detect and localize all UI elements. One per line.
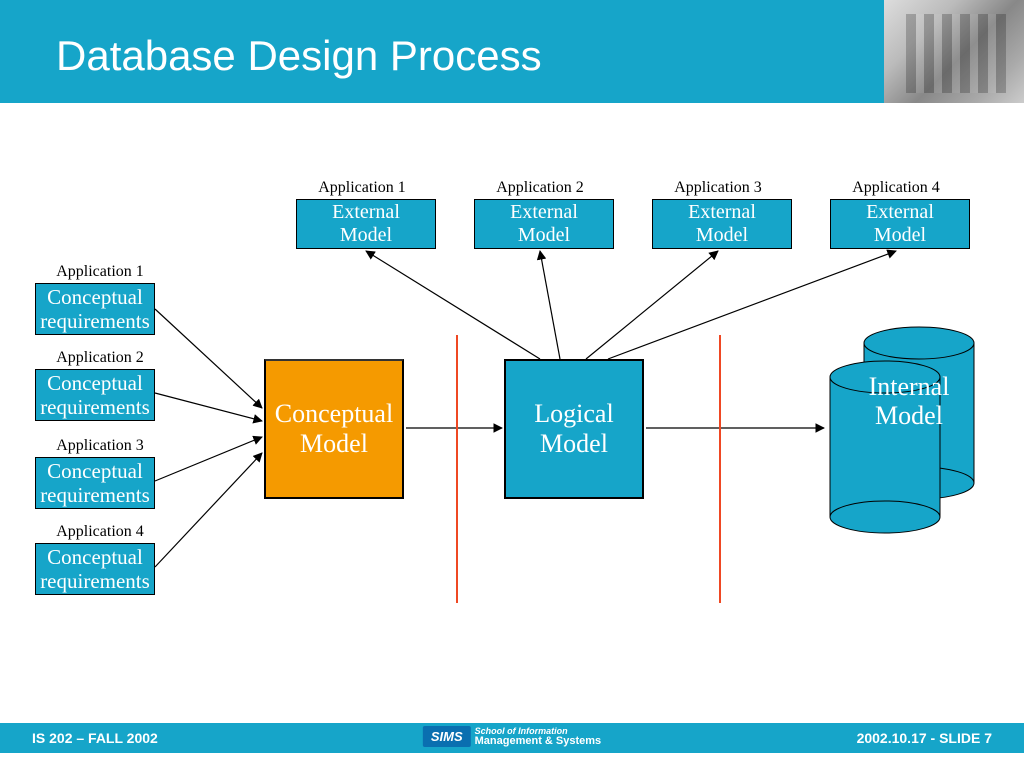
ext-app-label-2: Application 2	[480, 179, 600, 197]
slide-footer: IS 202 – FALL 2002 SIMS School of Inform…	[0, 723, 1024, 753]
ext-box-3: External Model	[652, 199, 792, 249]
slide-header: Database Design Process	[0, 0, 1024, 103]
req-box-3: Conceptual requirements	[35, 457, 155, 509]
sims-logo: SIMS	[423, 726, 471, 747]
req-box-2: Conceptual requirements	[35, 369, 155, 421]
diagram-stage: Application 1 Conceptual requirements Ap…	[0, 103, 1024, 723]
logical-model-box: Logical Model	[504, 359, 644, 499]
req-app-label-4: Application 4	[45, 523, 155, 541]
internal-model-cylinders: Internal Model	[826, 325, 966, 515]
internal-model-label: Internal Model	[844, 373, 974, 430]
header-photo	[884, 0, 1024, 103]
sims-text-bot: Management & Systems	[475, 736, 602, 747]
ext-box-1: External Model	[296, 199, 436, 249]
conceptual-model-box: Conceptual Model	[264, 359, 404, 499]
req-box-4: Conceptual requirements	[35, 543, 155, 595]
sims-text: School of Information Management & Syste…	[475, 727, 602, 747]
slide-title: Database Design Process	[56, 32, 542, 80]
req-box-1: Conceptual requirements	[35, 283, 155, 335]
req-app-label-1: Application 1	[45, 263, 155, 281]
footer-left-text: IS 202 – FALL 2002	[32, 730, 158, 746]
footer-right-text: 2002.10.17 - SLIDE 7	[857, 730, 992, 746]
ext-box-4: External Model	[830, 199, 970, 249]
req-app-label-2: Application 2	[45, 349, 155, 367]
footer-center-brand: SIMS School of Information Management & …	[423, 726, 601, 747]
ext-box-2: External Model	[474, 199, 614, 249]
req-app-label-3: Application 3	[45, 437, 155, 455]
ext-app-label-4: Application 4	[836, 179, 956, 197]
ext-app-label-3: Application 3	[658, 179, 778, 197]
ext-app-label-1: Application 1	[302, 179, 422, 197]
